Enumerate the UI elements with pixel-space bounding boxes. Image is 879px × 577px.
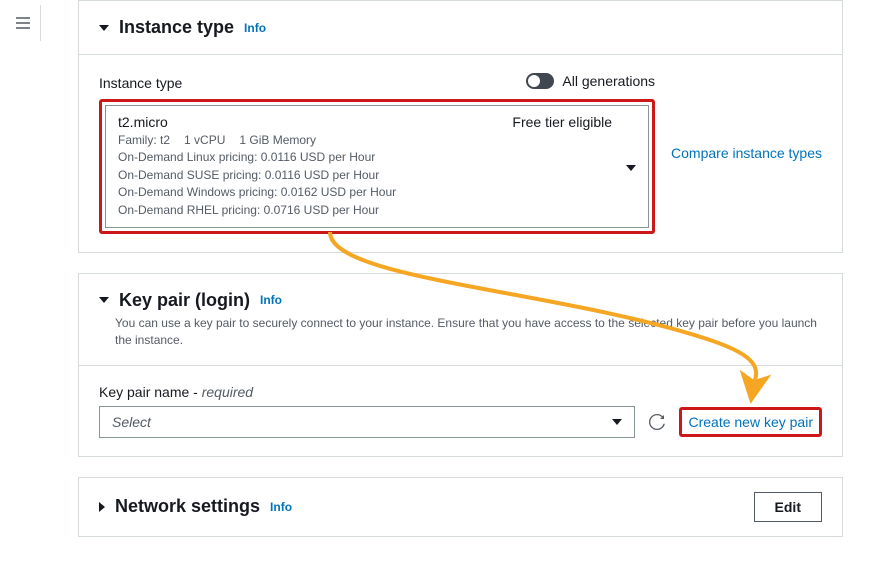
create-new-key-pair-link[interactable]: Create new key pair xyxy=(688,414,813,430)
key-pair-title: Key pair (login) xyxy=(119,290,250,311)
instance-type-title: Instance type xyxy=(119,17,234,38)
key-pair-placeholder: Select xyxy=(112,414,151,430)
instance-specs: Family: t21 vCPU1 GiB Memory xyxy=(118,132,612,149)
key-pair-header[interactable]: Key pair (login) Info You can use a key … xyxy=(79,274,842,365)
all-generations-label: All generations xyxy=(562,73,655,89)
instance-type-panel: Instance type Info Instance type All gen… xyxy=(78,0,843,253)
instance-name: t2.micro xyxy=(118,114,168,130)
compare-instance-types-link[interactable]: Compare instance types xyxy=(671,145,822,161)
instance-type-select[interactable]: t2.micro Free tier eligible Family: t21 … xyxy=(105,105,649,228)
key-pair-description: You can use a key pair to securely conne… xyxy=(115,315,822,349)
chevron-down-icon xyxy=(612,419,622,425)
chevron-down-icon xyxy=(626,158,636,174)
chevron-down-icon xyxy=(99,25,109,31)
hamburger-icon xyxy=(15,15,31,31)
required-label: required xyxy=(202,384,253,400)
pricing-linux: On-Demand Linux pricing: 0.0116 USD per … xyxy=(118,149,612,166)
network-settings-info-link[interactable]: Info xyxy=(270,500,292,514)
instance-type-highlight-box: t2.micro Free tier eligible Family: t21 … xyxy=(99,99,655,234)
chevron-down-icon xyxy=(99,297,109,303)
refresh-icon xyxy=(649,414,665,430)
all-generations-toggle[interactable] xyxy=(526,73,554,89)
key-pair-info-link[interactable]: Info xyxy=(260,293,282,307)
key-pair-select[interactable]: Select xyxy=(99,406,635,438)
hamburger-menu-button[interactable] xyxy=(5,5,41,41)
instance-type-header[interactable]: Instance type Info xyxy=(79,1,842,54)
key-pair-body: Key pair name - required Select Create n… xyxy=(79,365,842,456)
pricing-windows: On-Demand Windows pricing: 0.0162 USD pe… xyxy=(118,184,612,201)
network-settings-header[interactable]: Network settings Info xyxy=(99,496,292,517)
create-key-pair-highlight-box: Create new key pair xyxy=(679,407,822,437)
instance-type-info-link[interactable]: Info xyxy=(244,21,266,35)
instance-type-field-label: Instance type xyxy=(99,75,182,91)
key-pair-field-label: Key pair name - xyxy=(99,384,202,400)
pricing-rhel: On-Demand RHEL pricing: 0.0716 USD per H… xyxy=(118,202,612,219)
pricing-suse: On-Demand SUSE pricing: 0.0116 USD per H… xyxy=(118,167,612,184)
network-settings-panel: Network settings Info Edit xyxy=(78,477,843,537)
refresh-key-pair-button[interactable] xyxy=(647,412,667,432)
network-settings-title: Network settings xyxy=(115,496,260,517)
free-tier-badge: Free tier eligible xyxy=(512,114,612,130)
key-pair-panel: Key pair (login) Info You can use a key … xyxy=(78,273,843,457)
chevron-right-icon xyxy=(99,502,105,512)
instance-type-body: Instance type All generations t2.micro F… xyxy=(79,54,842,252)
edit-button[interactable]: Edit xyxy=(754,492,822,522)
